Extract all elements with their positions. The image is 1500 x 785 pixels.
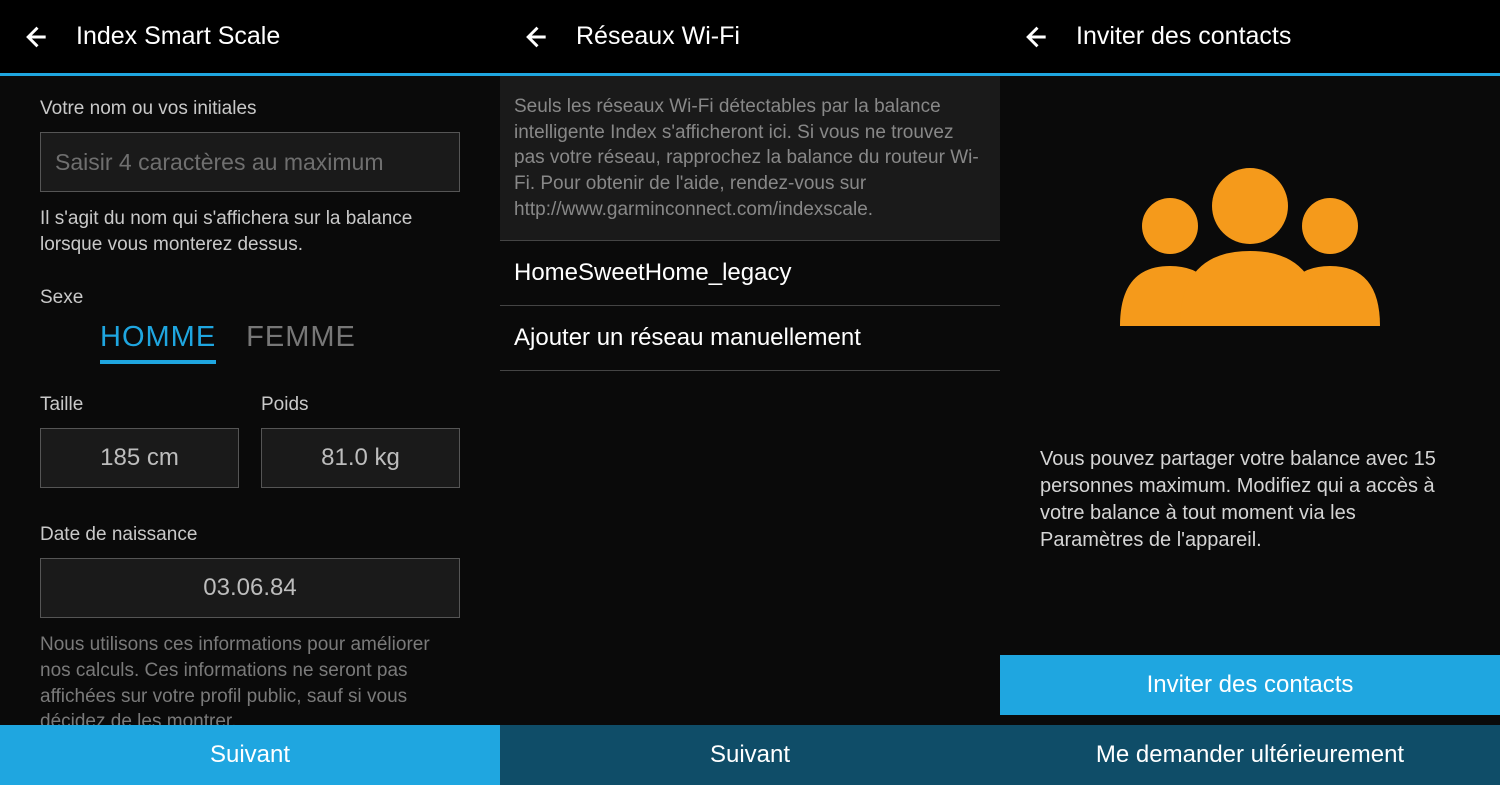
page-title: Index Smart Scale	[76, 22, 280, 51]
name-label: Votre nom ou vos initiales	[40, 98, 460, 120]
page-title: Réseaux Wi-Fi	[576, 22, 740, 51]
wifi-info-text: Seuls les réseaux Wi-Fi détectables par …	[500, 76, 1000, 240]
dob-label: Date de naissance	[40, 524, 460, 546]
header: Inviter des contacts	[1000, 0, 1500, 76]
dob-input[interactable]: 03.06.84	[40, 558, 460, 618]
weight-input[interactable]: 81.0 kg	[261, 428, 460, 488]
weight-label: Poids	[261, 394, 460, 416]
invite-description: Vous pouvez partager votre balance avec …	[1040, 446, 1460, 554]
back-arrow-icon[interactable]	[1020, 23, 1048, 51]
sex-option-male[interactable]: HOMME	[100, 321, 216, 364]
header: Réseaux Wi-Fi	[500, 0, 1000, 76]
add-network-manually[interactable]: Ajouter un réseau manuellement	[500, 306, 1000, 371]
sex-label: Sexe	[40, 287, 460, 309]
people-group-icon	[1040, 156, 1460, 326]
next-button[interactable]: Suivant	[500, 725, 1000, 785]
screen-invite: Inviter des contacts Vous pouvez partage…	[1000, 0, 1500, 785]
screen-wifi: Réseaux Wi-Fi Seuls les réseaux Wi-Fi dé…	[500, 0, 1000, 785]
disclaimer-text: Nous utilisons ces informations pour amé…	[40, 632, 460, 735]
invite-contacts-button[interactable]: Inviter des contacts	[1000, 655, 1500, 715]
name-hint: Il s'agit du nom qui s'affichera sur la …	[40, 206, 460, 257]
screen-profile: Index Smart Scale Votre nom ou vos initi…	[0, 0, 500, 785]
header: Index Smart Scale	[0, 0, 500, 76]
height-input[interactable]: 185 cm	[40, 428, 239, 488]
height-label: Taille	[40, 394, 239, 416]
name-input[interactable]: Saisir 4 caractères au maximum	[40, 132, 460, 192]
back-arrow-icon[interactable]	[20, 23, 48, 51]
back-arrow-icon[interactable]	[520, 23, 548, 51]
sex-option-female[interactable]: FEMME	[246, 321, 356, 364]
next-button[interactable]: Suivant	[0, 725, 500, 785]
sex-selector: HOMME FEMME	[40, 321, 460, 364]
page-title: Inviter des contacts	[1076, 22, 1291, 51]
content: Votre nom ou vos initiales Saisir 4 cara…	[0, 76, 500, 785]
ask-later-button[interactable]: Me demander ultérieurement	[1000, 725, 1500, 785]
content: Seuls les réseaux Wi-Fi détectables par …	[500, 76, 1000, 785]
wifi-network-item[interactable]: HomeSweetHome_legacy	[500, 240, 1000, 306]
